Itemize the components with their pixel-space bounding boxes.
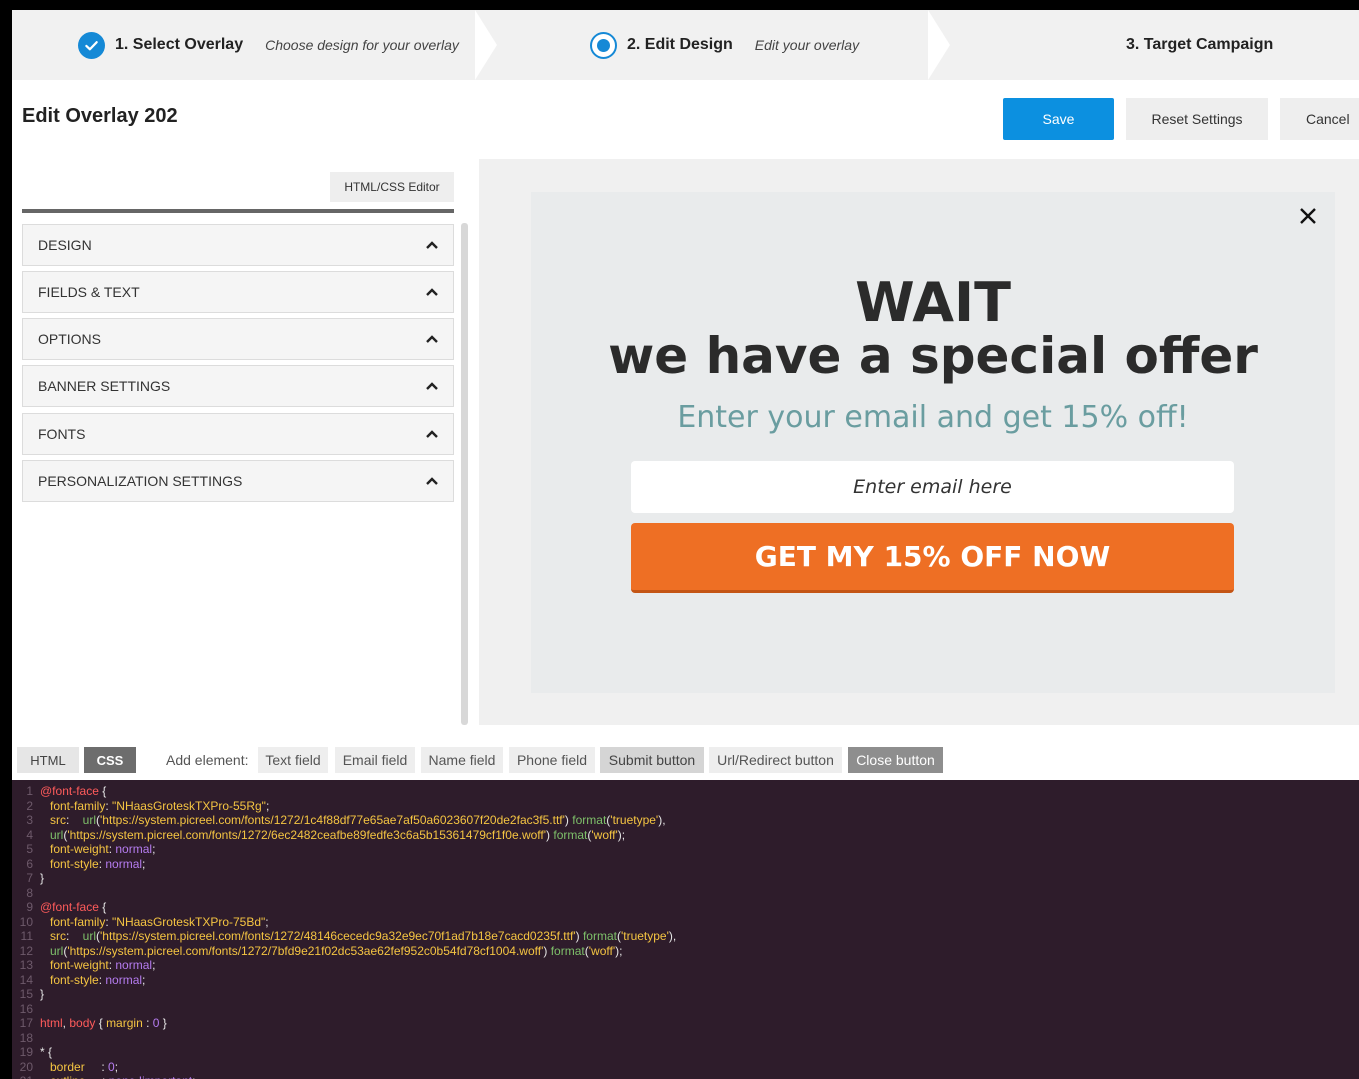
tab-html[interactable]: HTML	[17, 747, 79, 773]
wizard-stepper: 1. Select Overlay Choose design for your…	[12, 10, 1359, 80]
css-code-editor[interactable]: 1 @font-face { 2 font-family: "NHaasGrote…	[12, 780, 1359, 1079]
popup-subheadline: we have a special offer	[608, 327, 1258, 385]
email-input[interactable]	[631, 461, 1234, 513]
font-family-value: "NHaasGroteskTXPro-55Rg"	[112, 798, 266, 813]
code-line: 11 src: url('https://system.picreel.com/…	[20, 929, 677, 943]
step-title: 1. Select Overlay	[115, 36, 244, 53]
code-line: 3 src: url('https://system.picreel.com/f…	[26, 813, 666, 827]
code-line: 2 font-family: "NHaasGroteskTXPro-55Rg";	[26, 798, 270, 813]
code-line: 12 url('https://system.picreel.com/fonts…	[19, 943, 623, 958]
step-edit-design[interactable]: 2. Edit Design Edit your overlay	[590, 10, 859, 80]
chevron-up-icon	[426, 288, 438, 296]
add-url-redirect-button[interactable]: Url/Redirect button	[709, 747, 842, 773]
accordion-personalization-settings[interactable]: PERSONALIZATION SETTINGS	[22, 460, 454, 502]
code-line: 21 outline : none !important;	[12, 1074, 1359, 1079]
close-icon[interactable]	[1298, 206, 1318, 226]
code-line: 1 @font-face {	[26, 784, 107, 798]
code-line: 13 font-weight: normal;	[19, 958, 156, 972]
reset-settings-button[interactable]: Reset Settings	[1126, 98, 1268, 140]
code-line: 6 font-style: normal;	[26, 856, 146, 871]
add-text-field-button[interactable]: Text field	[258, 747, 328, 773]
accordion-label: PERSONALIZATION SETTINGS	[38, 473, 243, 489]
add-email-field-button[interactable]: Email field	[335, 747, 415, 773]
add-phone-field-button[interactable]: Phone field	[509, 747, 595, 773]
popup-tagline: Enter your email and get 15% off!	[677, 400, 1189, 435]
font-url: 'https://system.picreel.com/fonts/1272/4…	[100, 929, 576, 943]
add-submit-button[interactable]: Submit button	[600, 747, 704, 773]
accordion-label: FIELDS & TEXT	[38, 284, 140, 300]
code-line: 20 border : 0;	[19, 1059, 119, 1074]
panel-scrollbar[interactable]	[461, 223, 468, 725]
code-line: 19 * {	[19, 1045, 53, 1059]
code-line: 7}	[26, 871, 45, 885]
overlay-popup	[531, 192, 1335, 693]
accordion-label: FONTS	[38, 426, 86, 442]
chevron-up-icon	[426, 335, 438, 343]
save-button[interactable]: Save	[1003, 98, 1114, 140]
html-css-editor-button[interactable]: HTML/CSS Editor	[330, 172, 454, 202]
accordion-fields-text[interactable]: FIELDS & TEXT	[22, 271, 454, 313]
chevron-up-icon	[426, 430, 438, 438]
code-line: 4 url('https://system.picreel.com/fonts/…	[26, 827, 626, 842]
step-target-campaign[interactable]: 3. Target Campaign	[1126, 10, 1273, 80]
accordion-label: OPTIONS	[38, 331, 102, 347]
code-line: 16	[19, 1001, 33, 1016]
code-line: 14 font-style: normal;	[19, 972, 146, 987]
chevron-up-icon	[426, 477, 438, 485]
add-close-button[interactable]: Close button	[848, 747, 943, 773]
cancel-button[interactable]: Cancel	[1280, 98, 1359, 140]
accordion-options[interactable]: OPTIONS	[22, 318, 454, 360]
code-line: 15}	[19, 987, 45, 1001]
code-line: 10 font-family: "NHaasGroteskTXPro-75Bd"…	[19, 914, 269, 929]
accordion-label: BANNER SETTINGS	[38, 378, 171, 394]
add-element-label: Add element:	[166, 752, 249, 768]
code-line: 17 html, body { margin : 0 }	[19, 1016, 167, 1030]
accordion-design[interactable]: DESIGN	[22, 224, 454, 266]
page-title: Edit Overlay 202	[22, 105, 178, 127]
step-title: 3. Target Campaign	[1126, 36, 1274, 53]
radio-active-icon	[590, 31, 617, 59]
accordion-banner-settings[interactable]: BANNER SETTINGS	[22, 365, 454, 407]
step-divider	[928, 10, 950, 80]
code-line: 9 @font-face {	[26, 900, 107, 914]
chevron-up-icon	[426, 382, 438, 390]
accordion-fonts[interactable]: FONTS	[22, 413, 454, 455]
step-divider	[475, 10, 497, 80]
app-frame: 1. Select Overlay Choose design for your…	[0, 0, 1359, 1079]
font-family-value: "NHaasGroteskTXPro-75Bd"	[112, 914, 266, 929]
chevron-up-icon	[426, 241, 438, 249]
font-url: 'https://system.picreel.com/fonts/1272/7…	[67, 943, 544, 958]
font-url: 'https://system.picreel.com/fonts/1272/6…	[67, 827, 547, 842]
step-select-overlay[interactable]: 1. Select Overlay Choose design for your…	[78, 10, 459, 80]
font-url: 'https://system.picreel.com/fonts/1272/1…	[100, 813, 565, 827]
code-line: 18	[19, 1030, 33, 1045]
code-line: 5 font-weight: normal;	[26, 842, 156, 856]
cta-button[interactable]: GET MY 15% OFF NOW	[631, 523, 1234, 593]
panel-divider	[22, 209, 454, 213]
check-circle-icon	[78, 31, 105, 59]
step-subtitle: Edit your overlay	[754, 37, 860, 53]
code-line: 8	[26, 885, 33, 900]
accordion-label: DESIGN	[38, 237, 92, 253]
step-title: 2. Edit Design	[627, 36, 733, 53]
tab-css[interactable]: CSS	[84, 747, 136, 773]
add-name-field-button[interactable]: Name field	[421, 747, 503, 773]
step-subtitle: Choose design for your overlay	[265, 37, 459, 53]
